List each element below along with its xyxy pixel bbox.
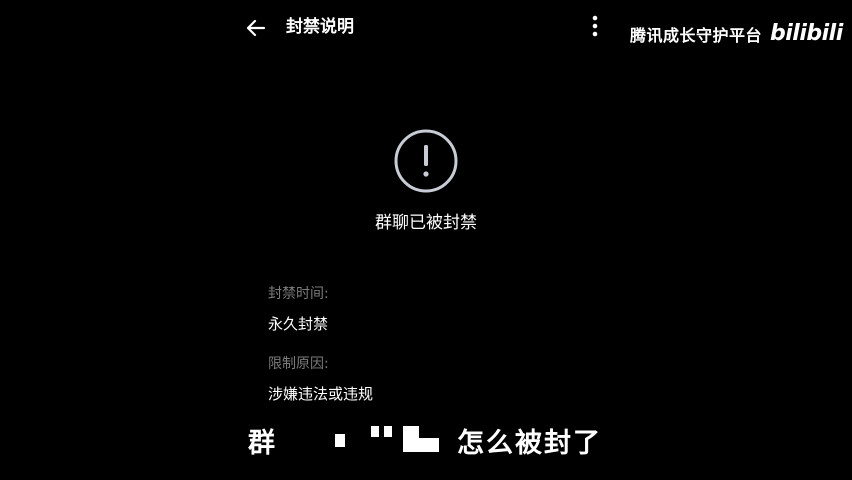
ban-time-value: 永久封禁 xyxy=(268,315,329,333)
ban-reason-value: 涉嫌违法或违规 xyxy=(268,385,374,403)
ban-reason-label: 限制原因: xyxy=(268,356,329,372)
back-button[interactable] xyxy=(240,12,272,44)
subtitle-prefix: 群 xyxy=(248,427,277,459)
ban-time-label: 封禁时间: xyxy=(268,286,329,302)
subtitle-suffix: 怎么被封了 xyxy=(457,427,602,459)
video-subtitle: 群 怎么被封了 xyxy=(248,418,602,462)
ban-reason-section: 限制原因: 涉嫌违法或违规 xyxy=(268,354,373,404)
watermark-text: 腾讯成长守护平台 xyxy=(630,26,763,45)
page-title: 封禁说明 xyxy=(286,17,354,37)
bilibili-logo: bilibili xyxy=(770,21,843,46)
more-vertical-icon xyxy=(592,15,598,37)
arrow-left-icon xyxy=(246,19,266,37)
watermark: 腾讯成长守护平台 bilibili xyxy=(630,20,843,48)
ban-time-section: 封禁时间: 永久封禁 xyxy=(268,284,329,334)
alert-circle-icon xyxy=(393,128,459,194)
censor-mosaic xyxy=(285,418,447,462)
ban-status-text: 群聊已被封禁 xyxy=(375,213,477,233)
more-options-button[interactable] xyxy=(584,12,606,42)
